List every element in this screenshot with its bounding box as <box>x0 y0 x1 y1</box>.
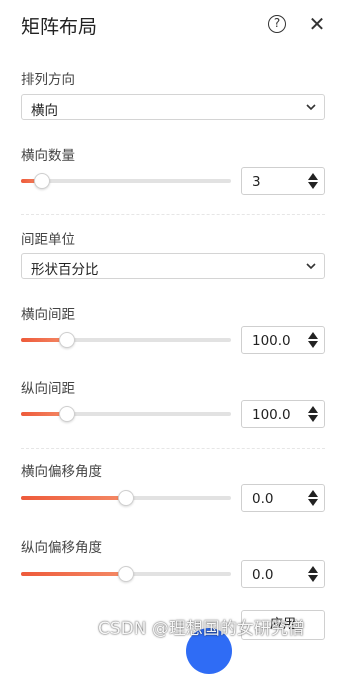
chevron-down-icon <box>306 104 316 111</box>
chevron-down-icon <box>306 263 316 270</box>
vertical-spacing-slider[interactable] <box>21 405 231 423</box>
vertical-offset-value: 0.0 <box>252 567 274 583</box>
slider-fill <box>21 572 126 576</box>
decrement-icon[interactable] <box>307 181 319 190</box>
arrangement-label: 排列方向 <box>21 72 75 88</box>
horizontal-offset-stepper[interactable]: 0.0 <box>241 484 325 512</box>
horizontal-count-stepper[interactable]: 3 <box>241 167 325 195</box>
decrement-icon[interactable] <box>307 414 319 423</box>
horizontal-spacing-value: 100.0 <box>252 333 291 349</box>
horizontal-count-label: 横向数量 <box>21 148 75 164</box>
decrement-icon[interactable] <box>307 498 319 507</box>
increment-icon[interactable] <box>307 405 319 414</box>
slider-thumb[interactable] <box>34 173 50 189</box>
spacing-unit-label: 间距单位 <box>21 232 75 248</box>
horizontal-offset-slider[interactable] <box>21 489 231 507</box>
panel-title: 矩阵布局 <box>21 16 98 38</box>
close-icon[interactable]: ✕ <box>307 13 327 35</box>
help-icon[interactable]: ? <box>268 15 286 33</box>
horizontal-offset-value: 0.0 <box>252 491 274 507</box>
spacing-unit-value: 形状百分比 <box>31 262 99 278</box>
horizontal-count-slider[interactable] <box>21 172 231 190</box>
section-divider <box>21 214 325 215</box>
arrangement-value: 横向 <box>31 103 58 119</box>
spacing-unit-select[interactable]: 形状百分比 <box>21 253 325 279</box>
vertical-spacing-stepper[interactable]: 100.0 <box>241 400 325 428</box>
horizontal-spacing-stepper[interactable]: 100.0 <box>241 326 325 354</box>
horizontal-spacing-label: 横向间距 <box>21 307 75 323</box>
slider-thumb[interactable] <box>118 490 134 506</box>
slider-track <box>21 179 231 183</box>
slider-thumb[interactable] <box>59 332 76 348</box>
increment-icon[interactable] <box>307 331 319 340</box>
vertical-offset-slider[interactable] <box>21 565 231 583</box>
slider-thumb[interactable] <box>59 406 76 422</box>
horizontal-count-value: 3 <box>252 174 261 190</box>
increment-icon[interactable] <box>307 172 319 181</box>
decrement-icon[interactable] <box>307 574 319 583</box>
vertical-offset-label: 纵向偏移角度 <box>21 540 102 556</box>
floating-action-button[interactable] <box>186 628 232 674</box>
section-divider <box>21 448 325 449</box>
arrangement-select[interactable]: 横向 <box>21 94 325 120</box>
vertical-spacing-value: 100.0 <box>252 407 291 423</box>
panel-header: 矩阵布局 ? ✕ <box>0 0 346 52</box>
matrix-layout-panel: 矩阵布局 ? ✕ 排列方向 横向 横向数量 3 间距单位 形状百分比 横向间距 … <box>0 0 346 674</box>
vertical-spacing-label: 纵向间距 <box>21 381 75 397</box>
slider-fill <box>21 496 126 500</box>
decrement-icon[interactable] <box>307 340 319 349</box>
increment-icon[interactable] <box>307 489 319 498</box>
increment-icon[interactable] <box>307 565 319 574</box>
slider-thumb[interactable] <box>118 566 134 582</box>
vertical-offset-stepper[interactable]: 0.0 <box>241 560 325 588</box>
horizontal-spacing-slider[interactable] <box>21 331 231 349</box>
horizontal-offset-label: 横向偏移角度 <box>21 464 102 480</box>
apply-button[interactable]: 应用 <box>241 610 325 640</box>
